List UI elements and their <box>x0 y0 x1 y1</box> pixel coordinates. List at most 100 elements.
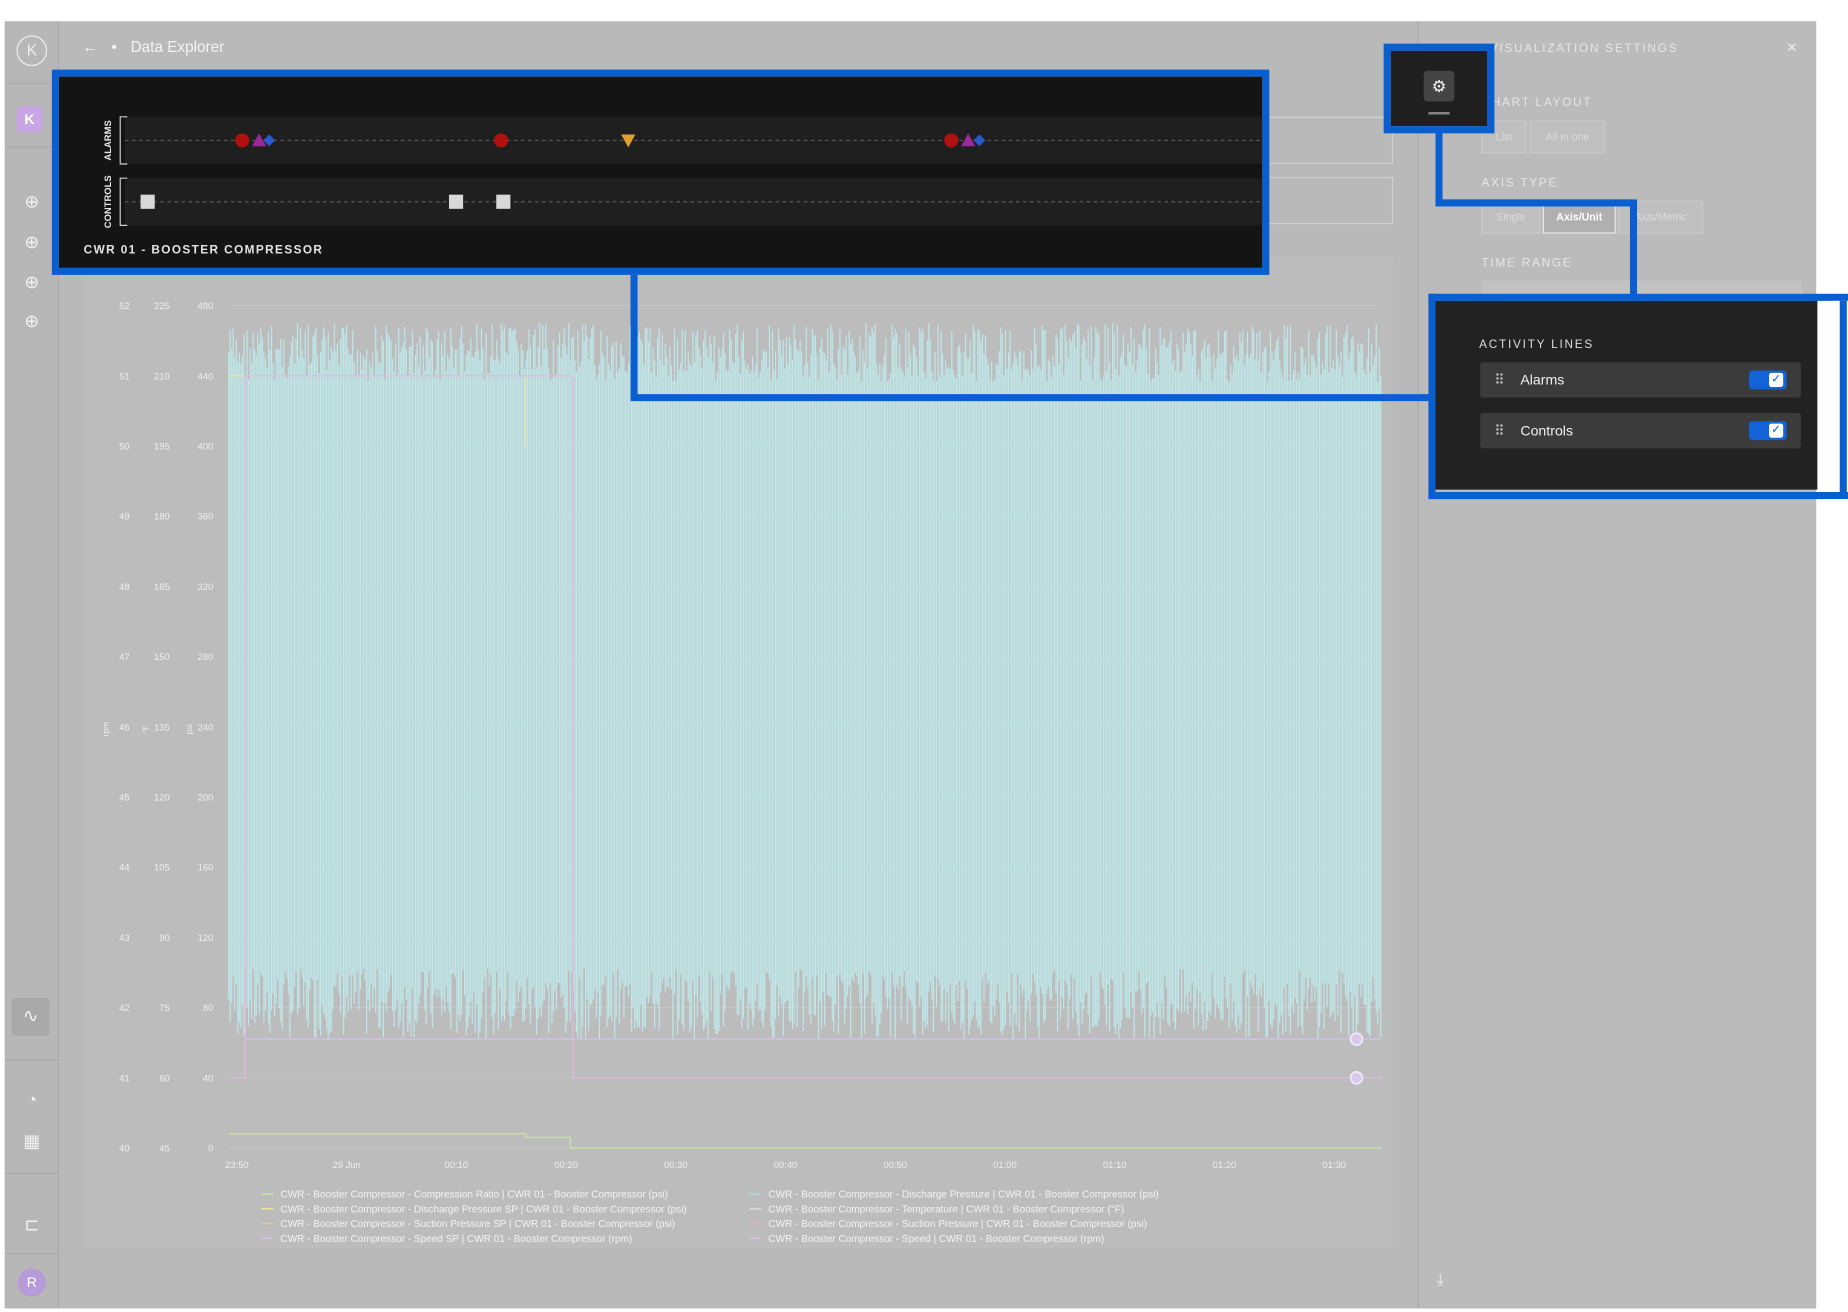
y-axis-unit: psi <box>185 724 194 735</box>
legend-item[interactable]: CWR - Booster Compressor - Speed | CWR 0… <box>768 1234 1104 1245</box>
activity-lines-callout: ALARMS CONTROLS CWR 01 - BOOSTER COMPRES… <box>58 76 1263 268</box>
y-tick-label: 40 <box>203 1072 213 1083</box>
series-end-marker[interactable] <box>1349 1032 1364 1046</box>
y-tick-label: 0 <box>208 1143 213 1154</box>
settings-title: VISUALIZATION SETTINGS <box>1489 42 1679 56</box>
y-tick-label: 47 <box>119 651 129 662</box>
y-tick-label: 200 <box>198 792 214 803</box>
y-tick-label: 41 <box>119 1072 129 1083</box>
y-tick-label: 105 <box>154 862 170 873</box>
y-tick-label: 210 <box>154 370 170 381</box>
legend-item[interactable]: CWR - Booster Compressor - Suction Press… <box>280 1219 675 1230</box>
y-tick-label: 135 <box>154 721 170 732</box>
y-tick-label: 42 <box>119 1002 129 1013</box>
app-logo[interactable]: K <box>16 35 48 67</box>
y-tick-label: 90 <box>159 932 169 943</box>
breadcrumb-separator: • <box>111 37 117 56</box>
chart-layout-label: CHART LAYOUT <box>1481 96 1593 110</box>
x-tick-label: 01:10 <box>1103 1159 1127 1170</box>
y-tick-label: 225 <box>154 300 170 311</box>
layout-option-all-in-one[interactable]: All in one <box>1529 120 1606 154</box>
legend-item[interactable]: CWR - Booster Compressor - Compression R… <box>280 1190 668 1201</box>
y-tick-label: 45 <box>159 1143 169 1154</box>
timeseries-chart[interactable]: 52 51 50 49 48 47 46 45 44 43 42 41 40 rpm 225 210 195 18… <box>82 257 1394 1282</box>
sidebar-divider <box>4 146 59 148</box>
square-marker[interactable] <box>140 194 155 209</box>
frame-gap <box>1832 300 1840 492</box>
x-tick-label: 01:00 <box>993 1159 1017 1170</box>
y-tick-label: 240 <box>198 721 214 732</box>
y-tick-label: 40 <box>119 1143 129 1154</box>
x-tick-label: 00:10 <box>445 1159 469 1170</box>
legend-item[interactable]: CWR - Booster Compressor - Discharge Pre… <box>280 1204 686 1215</box>
sidebar-divider <box>4 1253 59 1255</box>
y-tick-label: 320 <box>198 581 214 592</box>
breadcrumb: ← • Data Explorer <box>82 38 233 62</box>
axis-option-axis-unit[interactable]: Axis/Unit <box>1542 200 1616 234</box>
y-tick-label: 120 <box>154 792 170 803</box>
x-tick-label: 29 Jun <box>332 1159 360 1170</box>
x-tick-label: 23:50 <box>225 1159 249 1170</box>
x-tick-label: 01:30 <box>1322 1159 1346 1170</box>
globe-icon[interactable]: ⊕ <box>22 273 41 293</box>
y-tick-label: 75 <box>159 1002 169 1013</box>
close-icon[interactable]: × <box>1787 38 1797 58</box>
series-end-marker[interactable] <box>1349 1071 1364 1085</box>
download-icon[interactable]: ⤓ <box>1437 1270 1444 1290</box>
activity-lanes: ALARMS CONTROLS CWR 01 - BOOSTER COMPRES… <box>84 116 1263 257</box>
chart-panel[interactable]: 52 51 50 49 48 47 46 45 44 43 42 41 40 rpm 225 210 195 18… <box>82 257 1394 1282</box>
activity-lines-frame <box>1428 293 1848 500</box>
screenshot-inner: K K ⊕ ⊕ ⊕ ⊕ ∿ ◔ ▦ ⊏ R ← • Data Explorer <box>0 0 1848 1312</box>
controls-lane-label: CONTROLS <box>102 175 113 228</box>
globe-icon[interactable]: ⊕ <box>22 193 41 212</box>
y-tick-label: 280 <box>198 651 214 662</box>
globe-icon[interactable]: ⊕ <box>22 233 41 253</box>
x-tick-label: 00:40 <box>774 1159 798 1170</box>
circle-marker[interactable] <box>944 133 959 148</box>
y-axis-unit: rpm <box>101 722 110 736</box>
square-marker[interactable] <box>448 194 464 209</box>
y-tick-label: 440 <box>198 370 214 381</box>
equipment-label: CWR 01 - BOOSTER COMPRESSOR <box>84 244 324 257</box>
axis-type-label: AXIS TYPE <box>1481 176 1559 190</box>
globe-icon[interactable]: ⊕ <box>22 312 41 332</box>
y-axis-unit: °F <box>142 725 151 733</box>
y-tick-label: 45 <box>119 792 129 803</box>
axis-option-axis-metric[interactable]: Axis/Metric <box>1618 200 1704 234</box>
x-tick-label: 00:30 <box>664 1159 688 1170</box>
y-tick-label: 360 <box>198 511 214 522</box>
screenshot-stage: K K ⊕ ⊕ ⊕ ⊕ ∿ ◔ ▦ ⊏ R ← • Data Explorer <box>0 0 1848 1312</box>
y-tick-label: 52 <box>119 300 129 311</box>
circle-marker[interactable] <box>235 133 250 148</box>
workspace-badge[interactable]: K <box>16 106 43 133</box>
y-tick-label: 80 <box>203 1002 213 1013</box>
frame-edge <box>1839 300 1847 492</box>
y-tick-label: 46 <box>119 721 129 732</box>
legend-item[interactable]: CWR - Booster Compressor - Suction Press… <box>768 1219 1147 1230</box>
y-tick-label: 50 <box>119 441 129 452</box>
compression-ratio-series[interactable] <box>228 1133 1382 1149</box>
y-tick-label: 120 <box>198 932 214 943</box>
y-tick-label: 480 <box>198 300 214 311</box>
legend-item[interactable]: CWR - Booster Compressor - Speed SP | CW… <box>280 1234 632 1245</box>
sidebar-divider <box>4 1059 59 1061</box>
y-tick-label: 43 <box>119 932 129 943</box>
clock-icon[interactable]: ◔ <box>22 1091 41 1110</box>
square-marker[interactable] <box>496 194 511 209</box>
user-avatar[interactable]: R <box>17 1268 46 1297</box>
legend-item[interactable]: CWR - Booster Compressor - Discharge Pre… <box>768 1190 1158 1201</box>
axis-option-single[interactable]: Single <box>1481 200 1541 234</box>
pulse-icon[interactable]: ∿ <box>11 998 50 1036</box>
y-tick-label: 44 <box>119 862 129 873</box>
sidebar-divider <box>4 82 59 84</box>
discharge-pressure-series[interactable] <box>228 323 1382 1040</box>
y-tick-label: 400 <box>198 441 214 452</box>
tree-icon[interactable]: ⊏ <box>22 1216 41 1235</box>
x-tick-label: 01:20 <box>1213 1159 1237 1170</box>
back-arrow-icon[interactable]: ← <box>82 38 97 56</box>
circle-marker[interactable] <box>493 133 509 148</box>
alarms-lane-label: ALARMS <box>102 120 113 160</box>
grid-icon[interactable]: ▦ <box>22 1132 41 1152</box>
x-tick-label: 00:20 <box>554 1159 578 1170</box>
legend-item[interactable]: CWR - Booster Compressor - Temperature |… <box>768 1204 1124 1215</box>
